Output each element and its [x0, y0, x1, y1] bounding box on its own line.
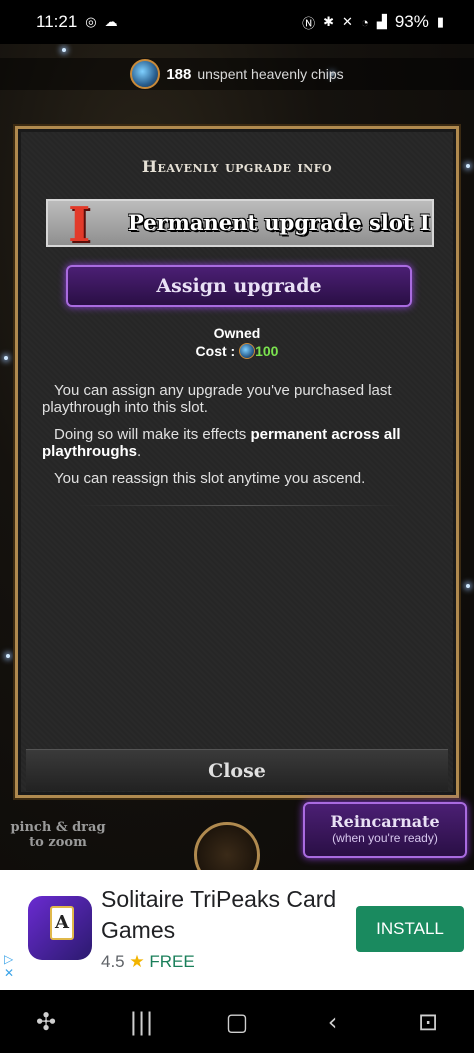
card-icon: A: [50, 906, 74, 940]
chips-count: 188: [166, 65, 192, 83]
description-paragraph: You can assign any upgrade you've purcha…: [42, 382, 392, 416]
cloud-icon: ☁: [104, 14, 118, 29]
star-decoration: [4, 356, 8, 360]
assign-upgrade-button[interactable]: Assign upgrade: [66, 265, 412, 307]
star-decoration: [466, 164, 470, 168]
recents-icon[interactable]: |||: [120, 1008, 164, 1036]
desc2-post: .: [137, 443, 142, 460]
battery-percent: 93%: [394, 12, 429, 31]
back-icon[interactable]: ‹: [311, 1008, 355, 1036]
description-paragraph: Doing so will make its effects permanent…: [42, 426, 442, 460]
price-label: FREE: [149, 952, 195, 971]
close-button[interactable]: Close: [26, 749, 448, 791]
heavenly-chips-counter: 188 unspent heavenly chips: [0, 58, 474, 90]
signal-icon: ▟: [376, 14, 387, 29]
nfc-icon: Ⓝ: [302, 15, 316, 31]
game-launcher-icon[interactable]: ✣: [24, 1008, 68, 1036]
star-decoration: [62, 48, 66, 52]
star-decoration: [6, 654, 10, 658]
star-decoration: [466, 584, 470, 588]
adchoices-icon[interactable]: ▷ ✕: [4, 952, 14, 980]
status-right: Ⓝ ✱ ✕ ◔ ▟ 93% ▮: [302, 12, 444, 32]
wifi-icon: ◔: [360, 14, 369, 30]
star-icon: ★: [129, 952, 145, 971]
install-button[interactable]: INSTALL: [356, 906, 464, 952]
reincarnate-label: Reincarnate: [330, 812, 440, 831]
ad-title[interactable]: Solitaire TriPeaks Card Games: [101, 884, 341, 946]
ad-rating: 4.5 ★ FREE: [101, 952, 195, 972]
cost-line: Cost : 100: [18, 343, 456, 359]
app-icon[interactable]: A: [28, 896, 92, 960]
reincarnate-sublabel: (when you're ready): [332, 831, 438, 845]
owned-status: Owned: [213, 325, 261, 341]
status-left: 11:21 ◎ ☁: [36, 12, 118, 32]
cost-label: Cost :: [195, 343, 236, 359]
bluetooth-icon: ✱: [323, 14, 335, 29]
pinch-zoom-hint: pinch & drag to zoom: [10, 820, 106, 850]
ad-banner[interactable]: A Solitaire TriPeaks Card Games 4.5 ★ FR…: [0, 870, 474, 990]
description-paragraph: You can reassign this slot anytime you a…: [54, 470, 366, 487]
mute-icon: ✕: [342, 14, 353, 29]
instagram-icon: ◎: [85, 14, 97, 29]
upgrade-description: You can assign any upgrade you've purcha…: [42, 382, 442, 497]
ascend-orb[interactable]: [194, 822, 260, 870]
game-area[interactable]: 188 unspent heavenly chips Heavenly upgr…: [0, 44, 474, 870]
heavenly-chip-icon: [130, 59, 161, 89]
cost-amount: 100: [255, 343, 279, 359]
status-bar: 11:21 ◎ ☁ Ⓝ ✱ ✕ ◔ ▟ 93% ▮: [0, 0, 474, 44]
navigation-bar: ✣ ||| ▢ ‹ ⊡: [0, 990, 474, 1053]
slot-numeral: I: [68, 197, 91, 253]
battery-icon: ▮: [436, 14, 444, 29]
status-time: 11:21: [36, 12, 78, 31]
upgrade-info-panel: Heavenly upgrade info I Permanent upgrad…: [15, 126, 459, 798]
heavenly-chip-icon: [239, 343, 256, 359]
slot-header: I Permanent upgrade slot I: [46, 197, 434, 253]
home-icon[interactable]: ▢: [215, 1008, 259, 1036]
desc2-pre: Doing so will make its effects: [54, 426, 251, 443]
assistant-icon[interactable]: ⊡: [406, 1008, 450, 1036]
panel-title: Heavenly upgrade info: [141, 157, 333, 176]
divider: [78, 505, 402, 506]
reincarnate-button[interactable]: Reincarnate (when you're ready): [303, 802, 467, 858]
slot-name: Permanent upgrade slot I: [128, 210, 430, 235]
chips-label: unspent heavenly chips: [197, 66, 344, 82]
rating-value: 4.5: [101, 952, 125, 971]
